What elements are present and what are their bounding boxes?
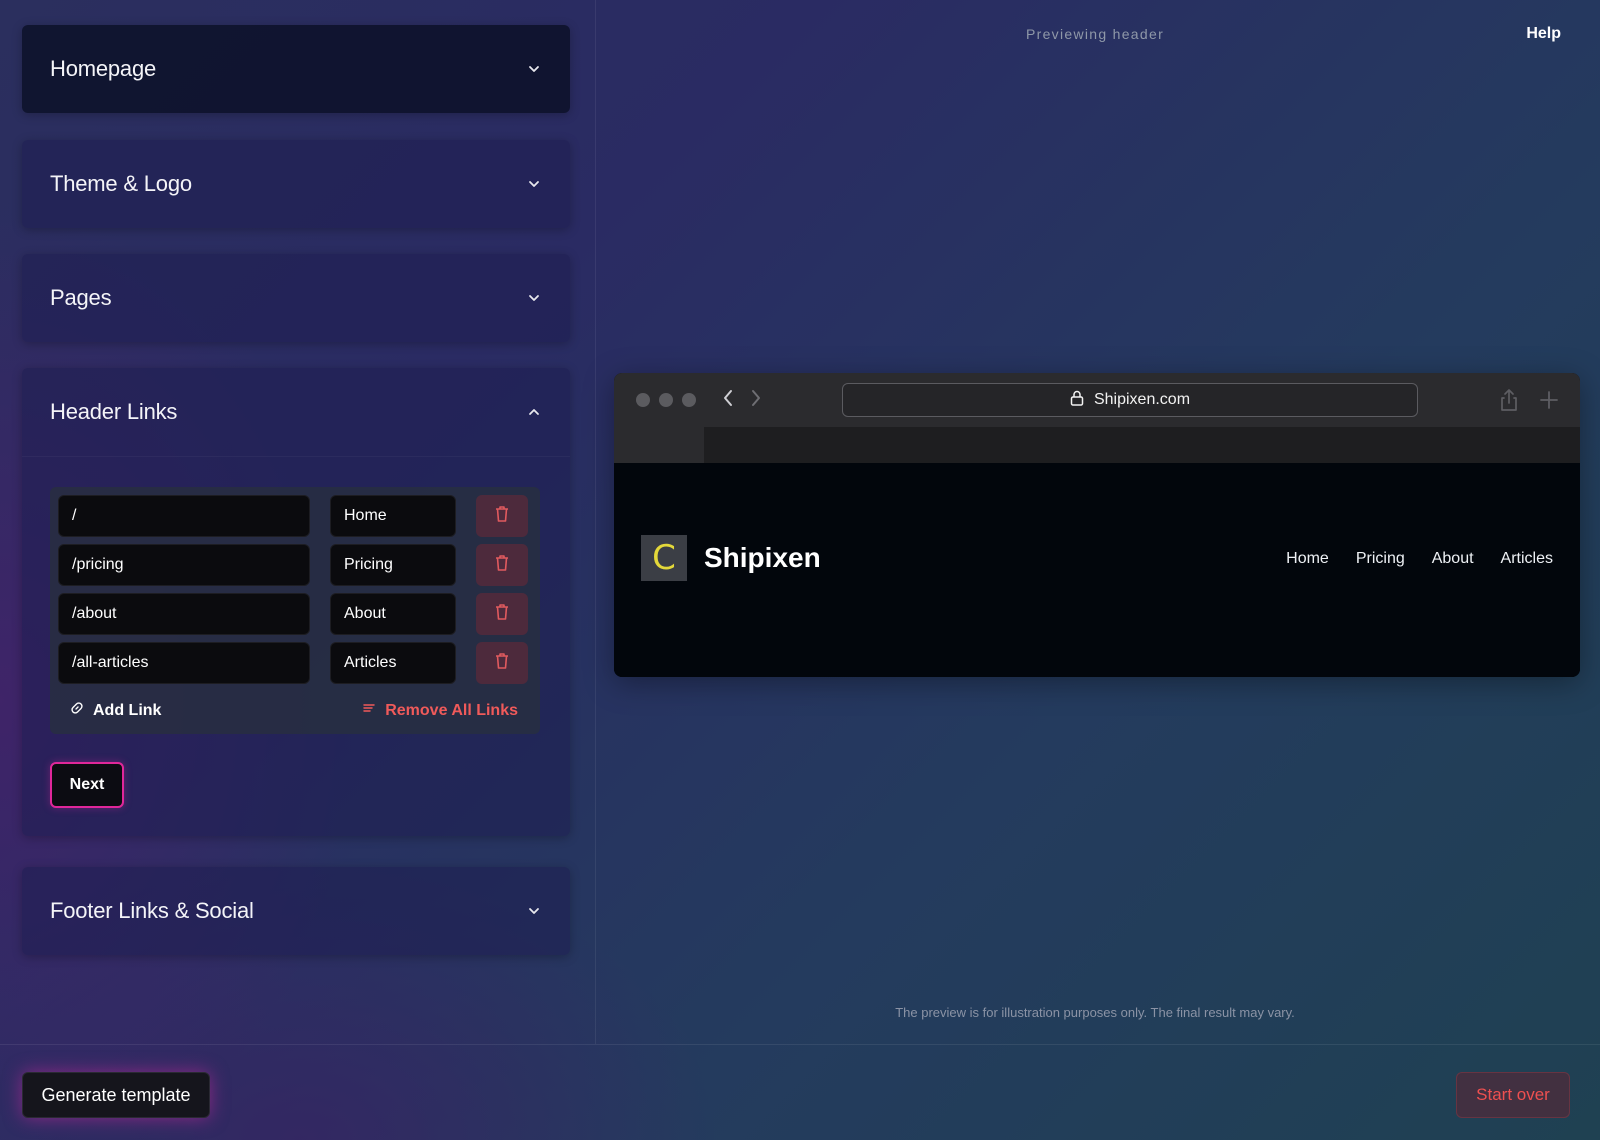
accordion-footer-links-title: Footer Links & Social xyxy=(50,898,254,923)
delete-link-button[interactable] xyxy=(476,495,528,537)
accordion-homepage-header[interactable]: Homepage xyxy=(22,25,570,113)
link-row: /about About xyxy=(58,593,532,635)
accordion-pages-title: Pages xyxy=(50,285,112,310)
accordion-footer-links-header[interactable]: Footer Links & Social xyxy=(22,867,570,955)
link-label-input[interactable]: About xyxy=(330,593,456,635)
generate-template-button[interactable]: Generate template xyxy=(22,1072,210,1118)
remove-all-label: Remove All Links xyxy=(385,701,518,719)
accordion-theme-logo-header[interactable]: Theme & Logo xyxy=(22,140,570,228)
link-label-input[interactable]: Home xyxy=(330,495,456,537)
site-nav: Home Pricing About Articles xyxy=(1286,550,1553,568)
link-label-input[interactable]: Pricing xyxy=(330,544,456,586)
back-arrow-icon xyxy=(722,389,734,412)
links-actions: Add Link Remove All Links xyxy=(58,691,532,720)
header-links-list: / Home /pricing Pricing /about About /al… xyxy=(50,487,540,734)
url-bar: Shipixen.com xyxy=(842,383,1418,417)
site-nav-item: Pricing xyxy=(1355,550,1405,567)
link-path-input[interactable]: /all-articles xyxy=(58,642,310,684)
accordion-theme-logo-title: Theme & Logo xyxy=(50,171,192,196)
browser-tab xyxy=(614,427,704,463)
remove-all-links-button[interactable]: Remove All Links xyxy=(362,701,518,720)
accordion-pages-header[interactable]: Pages xyxy=(22,254,570,342)
trash-icon xyxy=(494,603,510,626)
browser-nav-arrows xyxy=(722,389,762,412)
accordion-header-links-title: Header Links xyxy=(50,399,178,424)
site-nav-item: About xyxy=(1431,550,1474,567)
url-text: Shipixen.com xyxy=(1093,391,1191,408)
site-header-preview: C Shipixen Home Pricing About Articles xyxy=(614,463,1580,677)
accordion-theme-logo: Theme & Logo xyxy=(22,140,570,228)
chevron-down-icon xyxy=(526,176,542,192)
site-nav-item: Articles xyxy=(1500,550,1553,567)
site-nav-item: Home xyxy=(1286,550,1329,567)
link-label-input[interactable]: Articles xyxy=(330,642,456,684)
browser-chrome: Shipixen.com xyxy=(614,373,1580,427)
help-link[interactable]: Help xyxy=(1526,25,1561,43)
link-row: /all-articles Articles xyxy=(58,642,532,684)
accordion-header-links-header[interactable]: Header Links xyxy=(22,368,570,456)
accordion-header-links: Header Links / Home /pricing Pricing /ab… xyxy=(22,368,570,836)
site-logo: C xyxy=(641,535,687,581)
add-link-label: Add Link xyxy=(93,701,162,719)
trash-icon xyxy=(494,652,510,675)
link-row: / Home xyxy=(58,495,532,537)
link-path-input[interactable]: /pricing xyxy=(58,544,310,586)
lock-icon xyxy=(1070,390,1084,411)
link-row: /pricing Pricing xyxy=(58,544,532,586)
preview-disclaimer: The preview is for illustration purposes… xyxy=(895,1005,1295,1020)
site-name: Shipixen xyxy=(704,542,821,573)
chevron-down-icon xyxy=(526,290,542,306)
window-dot xyxy=(682,393,696,407)
delete-link-button[interactable] xyxy=(476,593,528,635)
browser-preview: Shipixen.com C Shipixen Home Pricing Abo… xyxy=(614,373,1580,677)
browser-actions xyxy=(1500,388,1558,417)
chevron-down-icon xyxy=(526,61,542,77)
delete-link-button[interactable] xyxy=(476,544,528,586)
footer-bar: Generate template Start over xyxy=(0,1044,1600,1140)
link-path-input[interactable]: /about xyxy=(58,593,310,635)
accordion-pages: Pages xyxy=(22,254,570,342)
chevron-up-icon xyxy=(526,404,542,420)
accordion-footer-links: Footer Links & Social xyxy=(22,867,570,955)
chevron-down-icon xyxy=(526,903,542,919)
preview-label: Previewing header xyxy=(1025,26,1165,42)
trash-icon xyxy=(494,505,510,528)
clear-list-icon xyxy=(362,701,376,720)
header-links-body: / Home /pricing Pricing /about About /al… xyxy=(22,456,570,836)
trash-icon xyxy=(494,554,510,577)
browser-tab-strip xyxy=(614,427,1580,463)
next-button[interactable]: Next xyxy=(50,762,124,808)
add-link-button[interactable]: Add Link xyxy=(70,701,161,720)
share-icon xyxy=(1500,388,1518,417)
link-path-input[interactable]: / xyxy=(58,495,310,537)
window-controls xyxy=(636,393,696,407)
link-icon xyxy=(70,701,84,720)
window-dot xyxy=(659,393,673,407)
delete-link-button[interactable] xyxy=(476,642,528,684)
accordion-homepage: Homepage xyxy=(22,25,570,113)
window-dot xyxy=(636,393,650,407)
accordion-homepage-title: Homepage xyxy=(50,56,157,81)
new-tab-icon xyxy=(1540,391,1558,414)
start-over-button[interactable]: Start over xyxy=(1456,1072,1570,1118)
forward-arrow-icon xyxy=(750,389,762,412)
settings-panel: Homepage Theme & Logo Pages Header Links xyxy=(0,0,596,1044)
